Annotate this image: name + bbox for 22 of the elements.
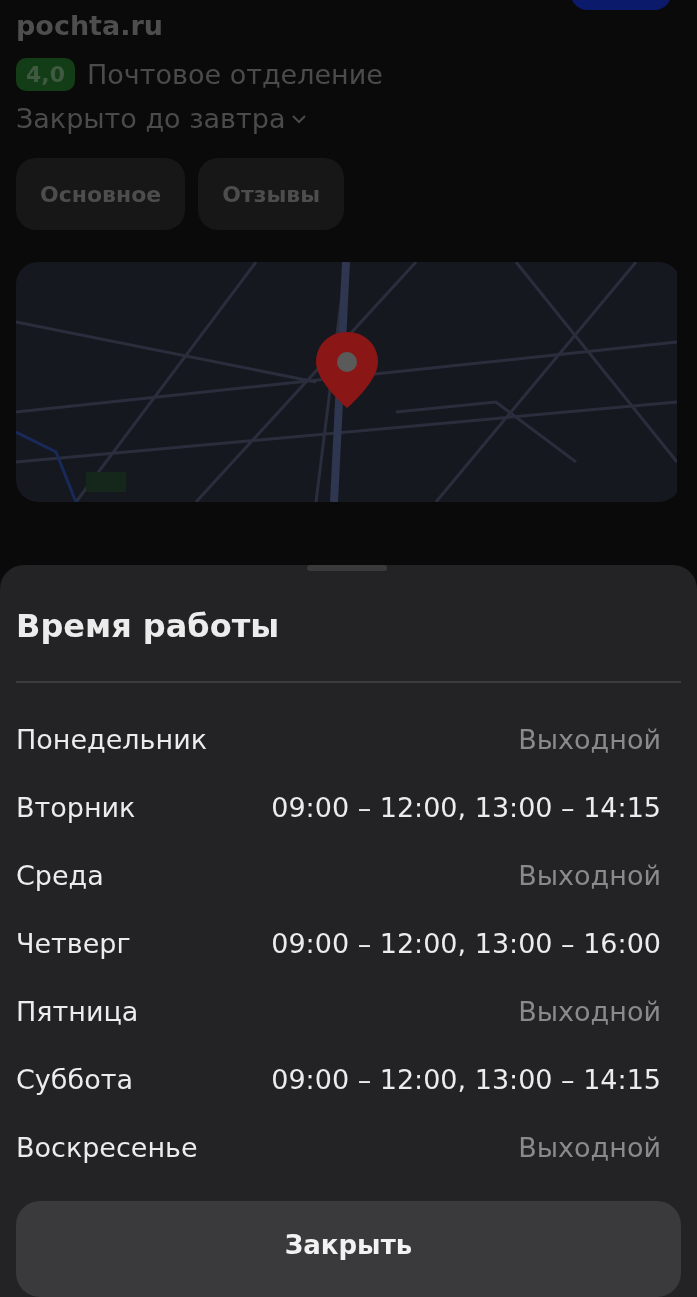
opening-status: Закрыто до завтра (16, 103, 286, 134)
sheet-handle[interactable] (307, 565, 387, 571)
close-button[interactable]: Закрыть (16, 1201, 681, 1297)
opening-hours: Выходной (518, 859, 662, 891)
day-name: Среда (16, 859, 104, 891)
day-name: Пятница (16, 995, 139, 1027)
day-name: Воскресенье (16, 1131, 198, 1163)
day-name: Четверг (16, 927, 131, 959)
opening-hours: 09:00 – 12:00, 13:00 – 14:15 (271, 1063, 662, 1095)
chevron-down-icon[interactable] (291, 113, 308, 124)
sheet-title: Время работы (16, 565, 681, 683)
opening-hours: Выходной (518, 723, 662, 755)
day-name: Понедельник (16, 723, 208, 755)
day-name: Вторник (16, 791, 136, 823)
opening-hours: Выходной (518, 1131, 662, 1163)
site-name: pochta.ru (16, 9, 165, 43)
place-category: Почтовое отделение (87, 59, 383, 90)
opening-hours: 09:00 – 12:00, 13:00 – 14:15 (271, 791, 662, 823)
opening-hours: Выходной (518, 995, 662, 1027)
day-name: Суббота (16, 1063, 133, 1095)
map-pin-icon (314, 330, 380, 410)
opening-hours: 09:00 – 12:00, 13:00 – 16:00 (271, 927, 662, 959)
